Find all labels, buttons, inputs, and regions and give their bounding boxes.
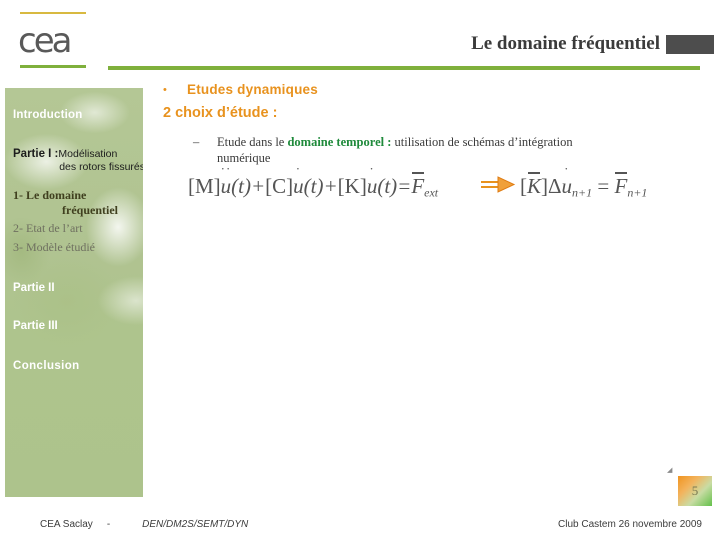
equation-2-delta: Δ [548, 174, 562, 198]
slide-number-tick-icon: ◢ [667, 467, 673, 474]
equation-1-k-bracket: [K] [337, 174, 367, 198]
equation-1-m-dots: ·· [220, 160, 232, 176]
sidebar-item-partie-1-label: Partie I : [13, 148, 59, 160]
footer-event: Club Castem 26 novembre 2009 [558, 519, 702, 530]
footer-separator: - [106, 519, 111, 530]
navigation-sidebar: Introduction Partie I :Modélisation des … [5, 88, 143, 497]
equation-2-bracket-close: ] [541, 174, 549, 198]
sidebar-item-partie-1-detail: Modélisation [58, 148, 118, 160]
equation-1-rhs-bar-icon [411, 172, 424, 174]
equation-time-domain: [M] ·· u(t)+[C] · u(t)+[K] · u(t)= Fext [188, 162, 439, 200]
equation-1-c-arg: (t)+ [303, 174, 338, 198]
equation-1-c-bracket: [C] [265, 174, 294, 198]
dash-marker-icon: – [193, 135, 200, 149]
header-divider-rule [108, 66, 700, 70]
sidebar-item-le-domaine-frequentiel[interactable]: 1- Le domaine fréquentiel [13, 188, 143, 218]
page-title: Le domaine fréquentiel [471, 33, 660, 54]
implies-arrow-icon [481, 176, 521, 194]
sidebar-item-etat-de-l-art[interactable]: 2- Etat de l’art [13, 221, 143, 236]
sidebar-item-partie-1-detail2: des rotors fissurés [59, 161, 143, 173]
sidebar-subitem-1-label: 1- Le domaine [13, 188, 87, 202]
bullet-level-1: • Etudes dynamiques [163, 82, 683, 97]
sidebar-item-modele-etudie[interactable]: 3- Modèle étudié [13, 240, 143, 255]
equation-2-f-bar-icon [615, 172, 627, 174]
equation-1-c-var: u [293, 174, 304, 198]
equation-2-u-dot: · [564, 160, 570, 176]
equation-1-rhs-sub: ext [424, 185, 439, 200]
equation-2-f-sub: n+1 [627, 185, 648, 200]
bullet-level-2-prefix: Etude dans le [217, 135, 288, 149]
equation-2-u-sub: n+1 [572, 185, 593, 200]
sidebar-item-partie-3[interactable]: Partie III [13, 320, 143, 332]
equation-incremental: [K]Δ · un+1 = Fn+1 [520, 162, 648, 200]
sidebar-item-conclusion[interactable]: Conclusion [13, 360, 143, 372]
title-accent-block [666, 35, 714, 54]
bullet-level-2-line2: numérique [217, 151, 271, 165]
equation-1-k-arg: (t)= [377, 174, 412, 198]
cea-logo-wordmark: cea [18, 21, 72, 61]
footer-site: CEA Saclay [40, 519, 93, 530]
equation-1-k-var: u [366, 174, 378, 198]
equation-1-c-dots: · [295, 160, 302, 176]
cea-logo: cea [18, 12, 108, 68]
equation-2-bracket-open: [ [520, 174, 527, 198]
equation-2-k-bar-icon [527, 172, 541, 174]
footer-unit: DEN/DM2S/SEMT/DYN [142, 519, 249, 530]
equation-1-m-arg: (t)+ [231, 174, 266, 198]
sidebar-subitem-1-label2: fréquentiel [62, 203, 118, 217]
sidebar-item-partie-2[interactable]: Partie II [13, 282, 143, 294]
bullet-level-2: – Etude dans le domaine temporel : utilis… [193, 134, 688, 166]
bullet-level-2-highlight: domaine temporel : [287, 135, 392, 149]
equation-2-equals: = [597, 174, 610, 198]
bullet-level-2-suffix: utilisation de schémas d’intégration [391, 135, 573, 149]
slide-number: 5 [678, 476, 712, 506]
logo-rule-green [20, 65, 86, 68]
sidebar-item-introduction[interactable]: Introduction [13, 109, 143, 121]
bullet-level-1-text: Etudes dynamiques [187, 82, 318, 97]
equation-2-u-var: u [561, 174, 573, 198]
headline-choix-etude: 2 choix d’étude : [163, 105, 278, 121]
equation-1-k-dots: · [369, 160, 375, 176]
equation-1-m-bracket: [M] [188, 174, 221, 198]
logo-rule-gold [20, 12, 86, 14]
equation-1-rhs-var: F [411, 174, 425, 198]
equation-1-m-var: u [220, 174, 232, 198]
equation-2-k-var: K [527, 174, 542, 198]
footer-left: CEA Saclay - DEN/DM2S/SEMT/DYN [40, 519, 248, 530]
bullet-marker-icon: • [163, 84, 167, 97]
sidebar-item-partie-1[interactable]: Partie I :Modélisation des rotors fissur… [13, 148, 143, 174]
equation-2-f-var: F [614, 174, 628, 198]
